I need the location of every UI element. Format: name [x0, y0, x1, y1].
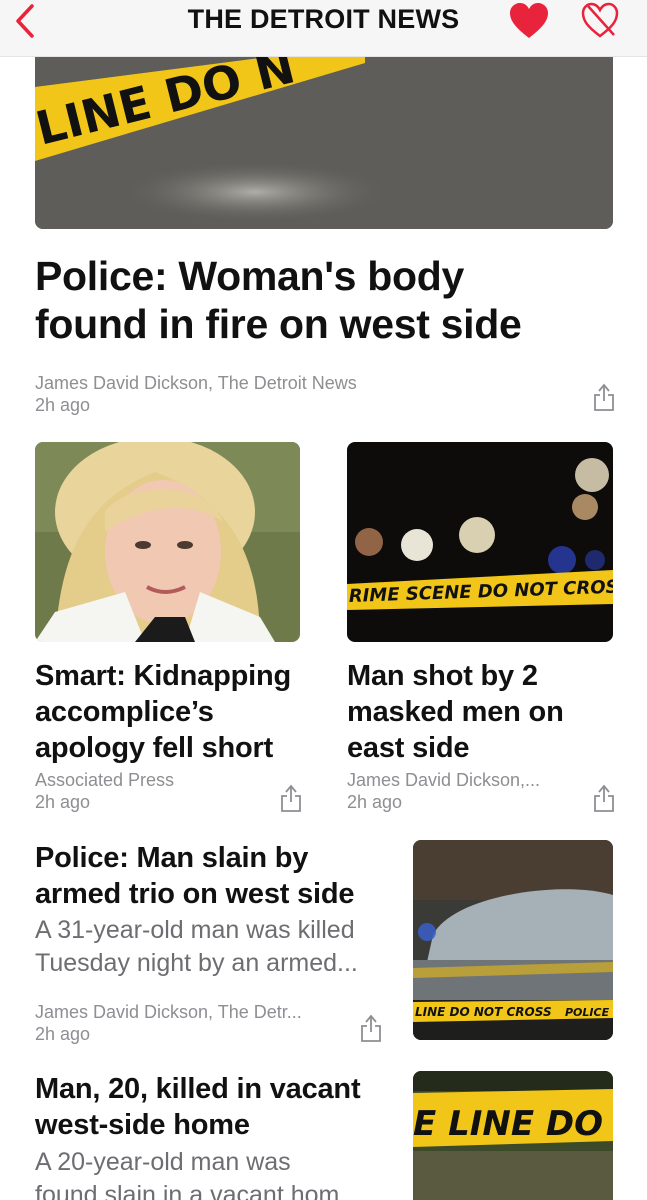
story-meta: Associated Press 2h ago — [35, 769, 174, 813]
hero-image[interactable]: LINE DO N — [35, 57, 613, 229]
story-image[interactable]: RIME SCENE DO NOT CROSS — [347, 442, 613, 642]
byline: James David Dickson,... — [347, 770, 541, 790]
timestamp: 2h ago — [35, 1024, 91, 1044]
story-meta: James David Dickson,... 2h ago — [347, 769, 540, 813]
crime-scene-photo: LINE DO NOT CROSS POLICE L — [413, 840, 613, 1040]
story-headline[interactable]: Man, 20, killed in vacant west-side home — [35, 1071, 395, 1143]
summary-line: A 20-year-old man was — [35, 1148, 291, 1176]
story-summary: A 20-year-old man was found slain in a v… — [35, 1146, 395, 1200]
heart-icon[interactable] — [508, 2, 550, 40]
story-image[interactable] — [35, 442, 300, 642]
story-headline[interactable]: Smart: Kidnapping accomplice’s apology f… — [35, 658, 315, 766]
byline: James David Dickson, The Detr... — [35, 1002, 302, 1022]
story-image[interactable]: LINE DO NOT CROSS POLICE L — [413, 840, 613, 1040]
svg-text:E LINE DO NO: E LINE DO NO — [413, 1104, 613, 1144]
share-icon[interactable] — [593, 382, 615, 412]
timestamp: 2h ago — [35, 395, 91, 415]
hero-headline[interactable]: Police: Woman's body found in fire on we… — [35, 252, 605, 348]
portrait-photo — [35, 442, 300, 642]
share-icon[interactable] — [280, 783, 302, 813]
svg-text:POLICE L: POLICE L — [565, 1006, 613, 1019]
headline-line: east side — [347, 732, 470, 764]
headline-line: Police: Woman's body — [35, 253, 465, 299]
share-icon[interactable] — [593, 783, 615, 813]
share-icon[interactable] — [360, 1013, 382, 1043]
timestamp: 2h ago — [35, 792, 91, 812]
headline-line: armed trio on west side — [35, 878, 355, 910]
navigation-bar: THE DETROIT NEWS — [0, 0, 647, 57]
timestamp: 2h ago — [347, 792, 403, 812]
svg-text:LINE DO NOT CROSS: LINE DO NOT CROSS — [415, 1005, 552, 1019]
crime-scene-photo: RIME SCENE DO NOT CROSS — [347, 442, 613, 642]
crime-tape-photo: E LINE DO NO — [413, 1071, 613, 1200]
story-headline[interactable]: Police: Man slain by armed trio on west … — [35, 840, 395, 912]
headline-line: apology fell short — [35, 732, 274, 764]
headline-line: Smart: Kidnapping — [35, 660, 291, 692]
headline-line: accomplice’s — [35, 696, 214, 728]
headline-line: masked men on — [347, 696, 564, 728]
summary-line: Tuesday night by an armed... — [35, 949, 358, 977]
story-headline[interactable]: Man shot by 2 masked men on east side — [347, 658, 617, 766]
story-meta: James David Dickson, The Detr... 2h ago — [35, 1001, 302, 1045]
headline-line: west-side home — [35, 1109, 250, 1141]
story-image[interactable]: E LINE DO NO — [413, 1071, 613, 1200]
story-summary: A 31-year-old man was killed Tuesday nig… — [35, 914, 395, 980]
crime-tape-image: LINE DO N — [35, 57, 613, 229]
byline: Associated Press — [35, 770, 175, 790]
byline: James David Dickson, The Detroit News — [35, 373, 357, 393]
headline-line: Man shot by 2 — [347, 660, 538, 692]
headline-line: Police: Man slain by — [35, 842, 309, 874]
summary-line: A 31-year-old man was killed — [35, 916, 355, 944]
broken-heart-icon[interactable] — [580, 2, 620, 40]
headline-line: Man, 20, killed in vacant — [35, 1073, 361, 1105]
hero-meta: James David Dickson, The Detroit News 2h… — [35, 372, 357, 416]
summary-line: found slain in a vacant hom — [35, 1181, 340, 1200]
headline-line: found in fire on west side — [35, 301, 522, 347]
